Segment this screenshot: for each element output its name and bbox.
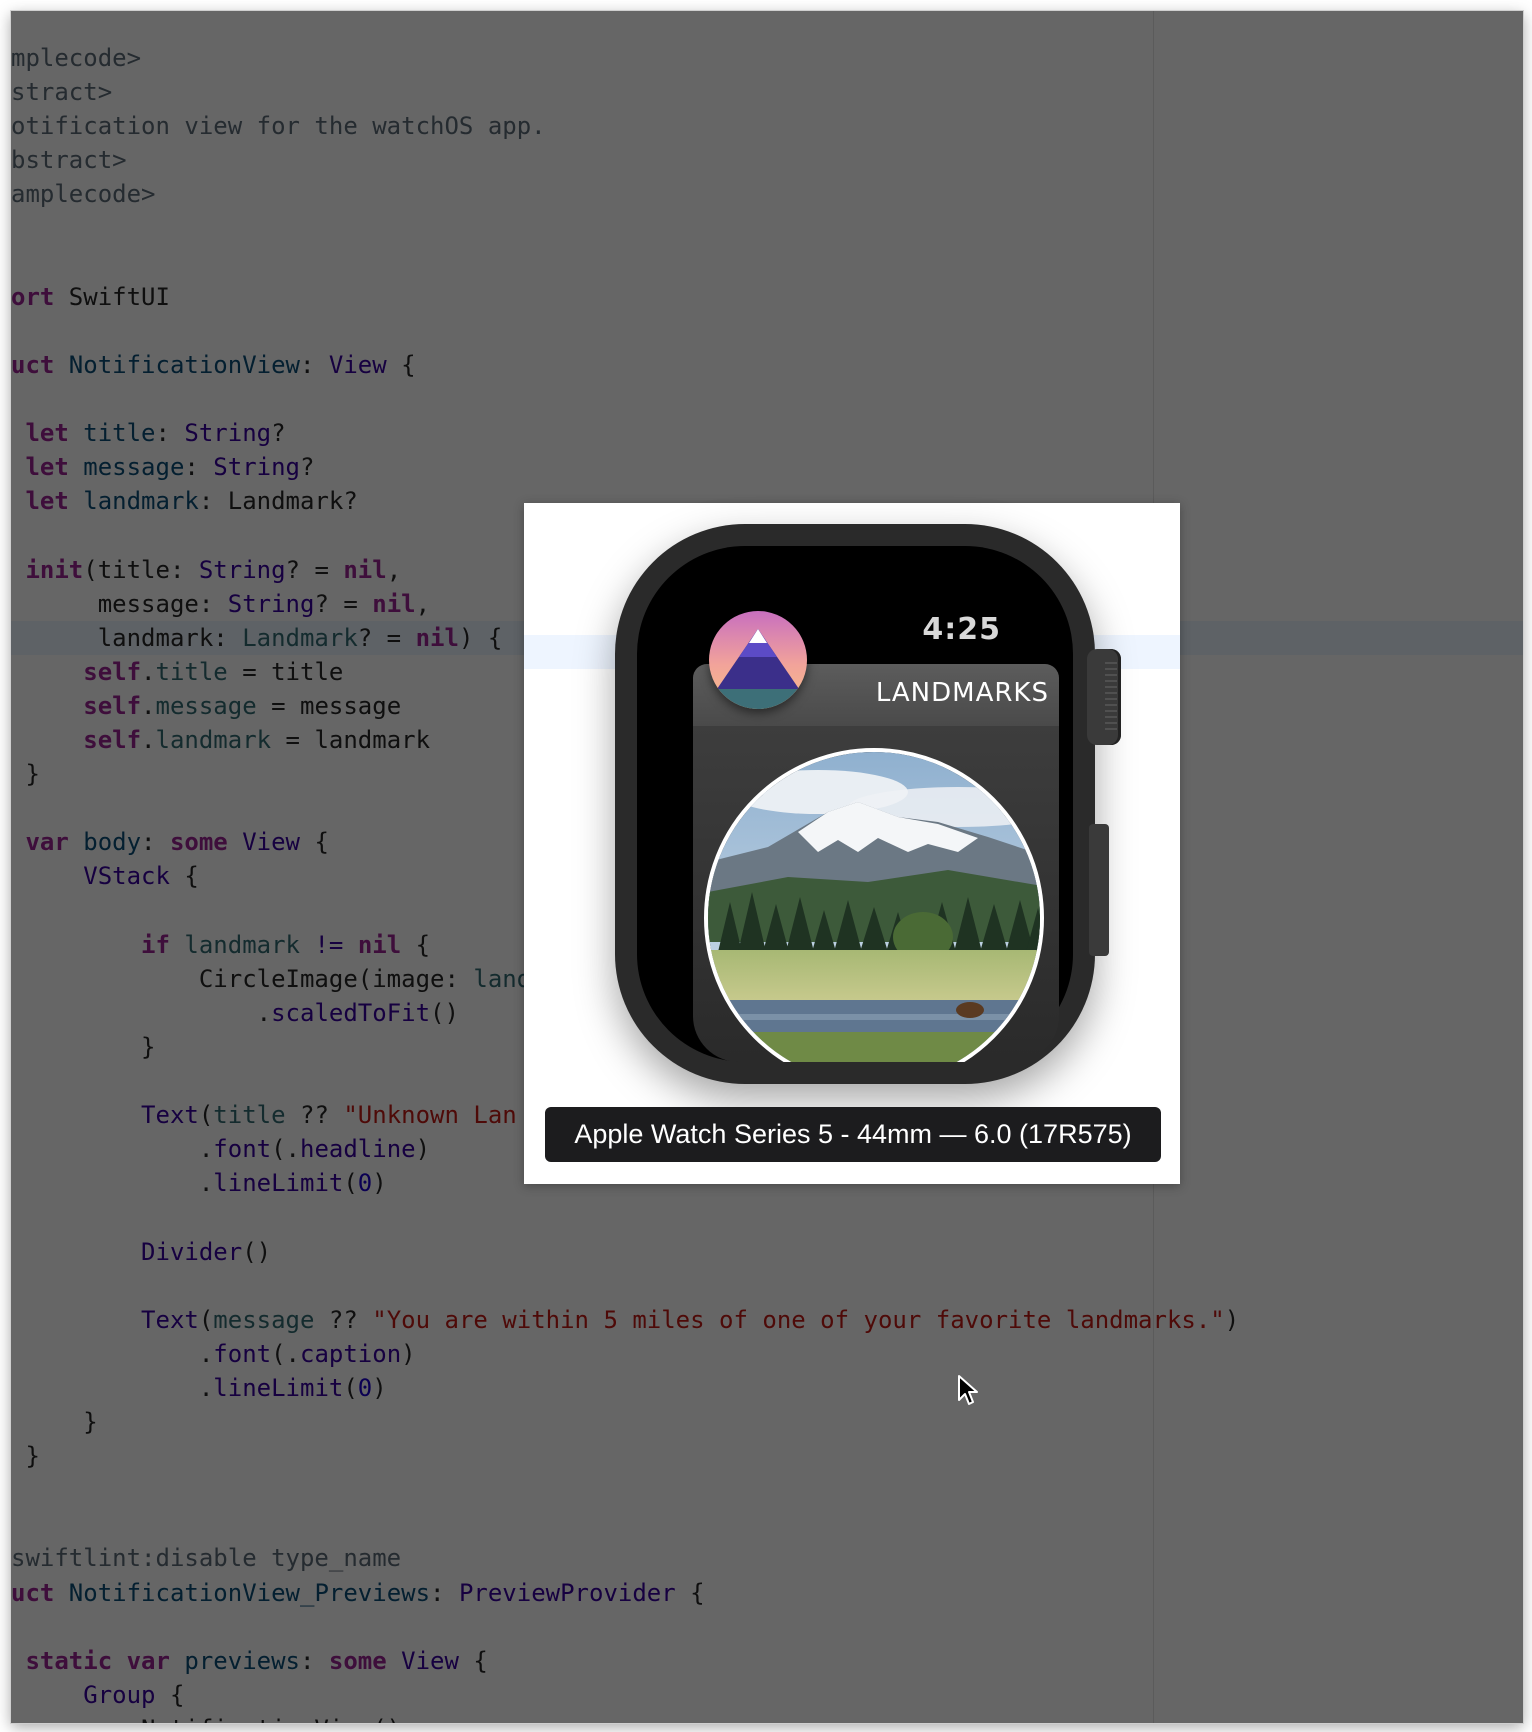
notification-body <box>693 726 1059 1062</box>
mouse-pointer-icon <box>958 1375 978 1405</box>
watch-screen: 4:25 LANDMARKS <box>637 546 1073 1062</box>
digital-crown <box>1087 649 1121 745</box>
watch-time: 4:25 <box>922 612 1001 647</box>
device-label: Apple Watch Series 5 - 44mm — 6.0 (17R57… <box>545 1107 1161 1162</box>
side-button <box>1089 824 1109 956</box>
landmark-mountain-photo <box>704 748 1044 1062</box>
xcode-editor-window: mplecode>stract>otification view for the… <box>11 11 1523 1723</box>
watch-preview-popover: 4:25 LANDMARKS Apple Watch Series 5 - 44… <box>524 503 1180 1184</box>
notification-app-title: LANDMARKS <box>875 678 1049 708</box>
landmarks-app-icon <box>709 611 807 709</box>
apple-watch-frame: 4:25 LANDMARKS <box>615 524 1121 1084</box>
